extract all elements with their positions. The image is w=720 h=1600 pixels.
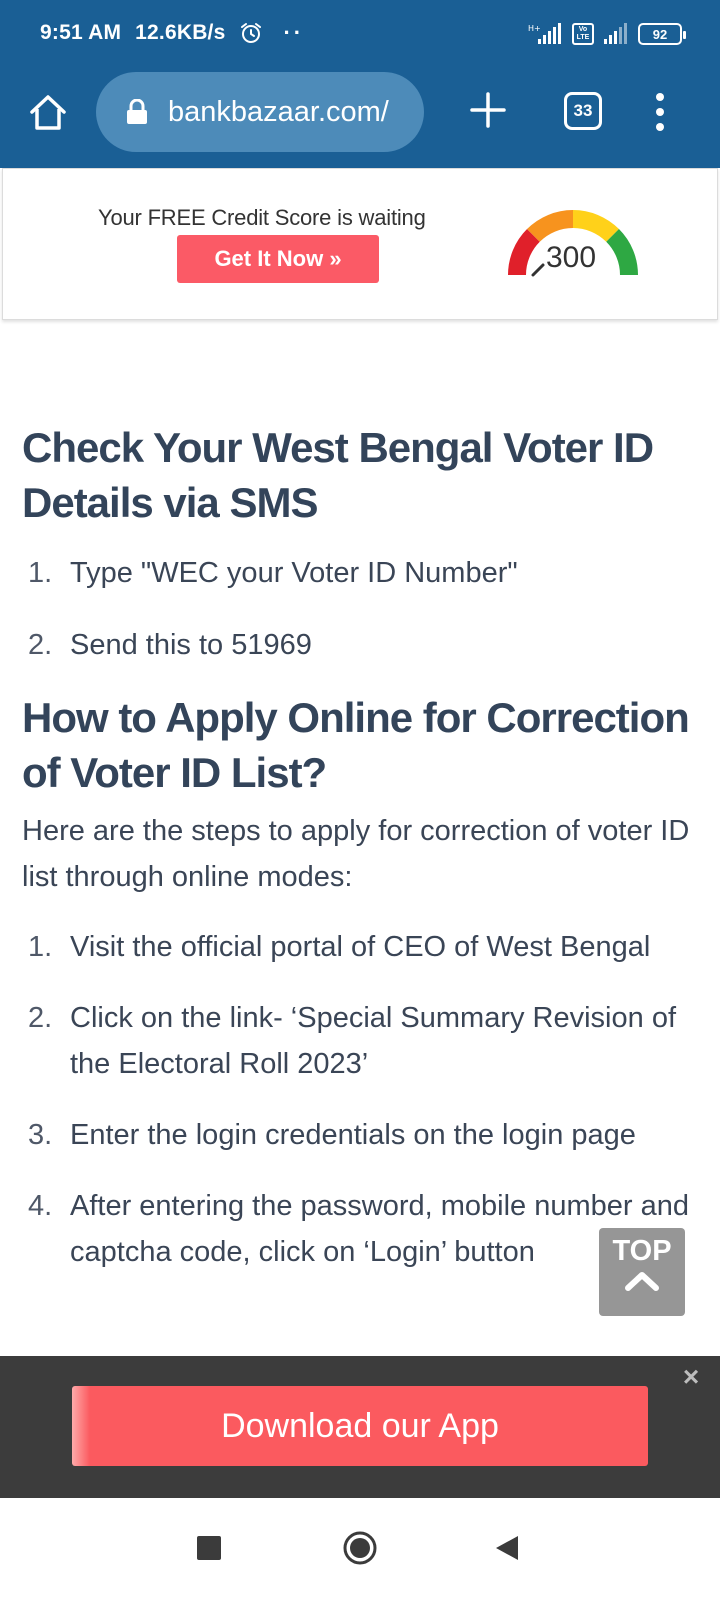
get-it-now-button[interactable]: Get It Now »: [177, 235, 379, 283]
plus-icon[interactable]: [466, 88, 510, 132]
app-download-banner: Download our App ×: [0, 1356, 720, 1498]
list-item: 3. Enter the login credentials on the lo…: [28, 1119, 636, 1151]
home-circle-icon[interactable]: [342, 1530, 378, 1566]
online-steps-list: 1. Visit the official portal of CEO of W…: [22, 924, 698, 1275]
svg-text:H+: H+: [528, 24, 541, 33]
menu-icon[interactable]: [650, 90, 670, 134]
list-item: 2. Send this to 51969: [28, 629, 312, 661]
article-content: Check Your West Bengal Voter ID Details …: [22, 420, 698, 1275]
gauge-value: 300: [546, 241, 596, 274]
status-bar: 9:51 AM 12.6KB/s ·· H+ Vo LTE 92: [0, 0, 720, 68]
status-time: 9:51 AM: [40, 21, 122, 44]
gauge-segment: [605, 229, 638, 276]
list-item: 1. Type "WEC your Voter ID Number": [28, 557, 518, 589]
list-item: 4. After entering the password, mobile n…: [28, 1190, 690, 1268]
tabs-icon[interactable]: 33: [564, 92, 602, 130]
gauge-segment: [527, 210, 574, 243]
system-nav-bar: [0, 1498, 720, 1600]
volte-icon: Vo LTE: [572, 23, 594, 45]
network-speed: 12.6KB/s: [135, 21, 226, 44]
chevron-up-icon: [625, 1272, 659, 1291]
browser-toolbar: bankbazaar.com/ 33: [0, 68, 720, 168]
signal-icon: H+: [528, 23, 561, 44]
download-app-button[interactable]: Download our App: [72, 1386, 648, 1466]
heading-online-correction: How to Apply Online for Correction of Vo…: [22, 694, 690, 796]
scroll-top-button[interactable]: TOP: [599, 1228, 685, 1316]
url-text: bankbazaar.com/: [168, 95, 389, 128]
heading-sms-check: Check Your West Bengal Voter ID Details …: [22, 424, 654, 526]
more-notifications-dots: ··: [283, 20, 305, 45]
gauge-segment: [508, 229, 541, 276]
signal-icon-2: [604, 23, 627, 44]
close-icon[interactable]: ×: [680, 1363, 702, 1391]
top-label: TOP: [612, 1235, 672, 1267]
credit-score-ad[interactable]: Your FREE Credit Score is waiting Get It…: [2, 168, 718, 320]
credit-gauge-icon: 300: [508, 210, 638, 277]
recents-icon[interactable]: [197, 1536, 221, 1560]
address-bar[interactable]: bankbazaar.com/: [96, 72, 424, 152]
back-icon[interactable]: [494, 1534, 520, 1562]
lock-icon: [127, 99, 147, 124]
battery-icon: 92: [638, 23, 686, 45]
battery-level: 92: [652, 26, 668, 42]
home-icon[interactable]: [26, 90, 70, 134]
list-item: 1. Visit the official portal of CEO of W…: [28, 931, 651, 963]
intro-paragraph: Here are the steps to apply for correcti…: [22, 815, 690, 893]
alarm-icon: [241, 23, 262, 43]
tab-count: 33: [573, 101, 593, 120]
ad-text: Your FREE Credit Score is waiting: [98, 205, 426, 230]
list-item: 2. Click on the link- ‘Special Summary R…: [28, 1002, 676, 1080]
sms-steps-list: 1. Type "WEC your Voter ID Number" 2. Se…: [22, 550, 698, 668]
gauge-segment: [572, 210, 619, 243]
